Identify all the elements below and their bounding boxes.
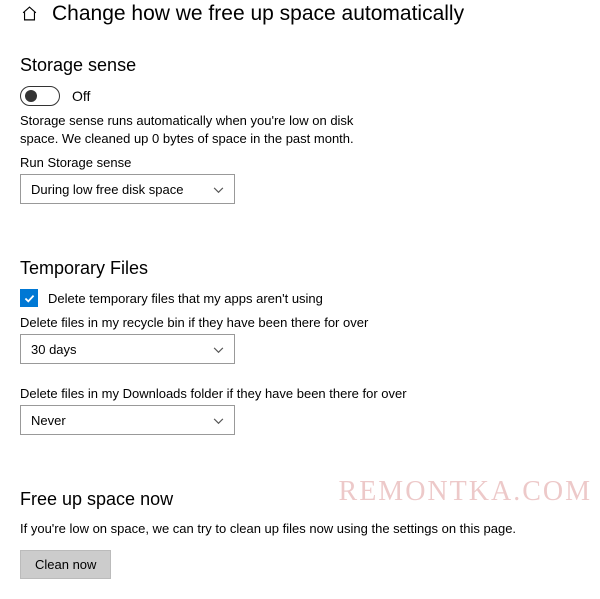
recycle-bin-label: Delete files in my recycle bin if they h… — [20, 315, 580, 330]
downloads-value: Never — [31, 413, 66, 428]
run-storage-sense-select[interactable]: During low free disk space — [20, 174, 235, 204]
run-storage-sense-label: Run Storage sense — [20, 155, 580, 170]
chevron-down-icon — [213, 413, 224, 428]
run-storage-sense-value: During low free disk space — [31, 182, 183, 197]
chevron-down-icon — [213, 182, 224, 197]
storage-sense-description: Storage sense runs automatically when yo… — [20, 112, 395, 147]
chevron-down-icon — [213, 342, 224, 357]
recycle-bin-value: 30 days — [31, 342, 77, 357]
free-up-description: If you're low on space, we can try to cl… — [20, 520, 540, 538]
downloads-select[interactable]: Never — [20, 405, 235, 435]
delete-temp-files-label: Delete temporary files that my apps aren… — [48, 291, 323, 306]
storage-sense-toggle[interactable] — [20, 86, 60, 106]
delete-temp-files-checkbox[interactable] — [20, 289, 38, 307]
clean-now-button[interactable]: Clean now — [20, 550, 111, 579]
page-title: Change how we free up space automaticall… — [52, 0, 464, 27]
section-heading-storage-sense: Storage sense — [20, 55, 580, 76]
section-heading-free-up: Free up space now — [20, 489, 580, 510]
home-icon[interactable] — [20, 5, 38, 23]
section-heading-temp-files: Temporary Files — [20, 258, 580, 279]
storage-sense-toggle-label: Off — [72, 88, 90, 104]
downloads-label: Delete files in my Downloads folder if t… — [20, 386, 580, 401]
recycle-bin-select[interactable]: 30 days — [20, 334, 235, 364]
